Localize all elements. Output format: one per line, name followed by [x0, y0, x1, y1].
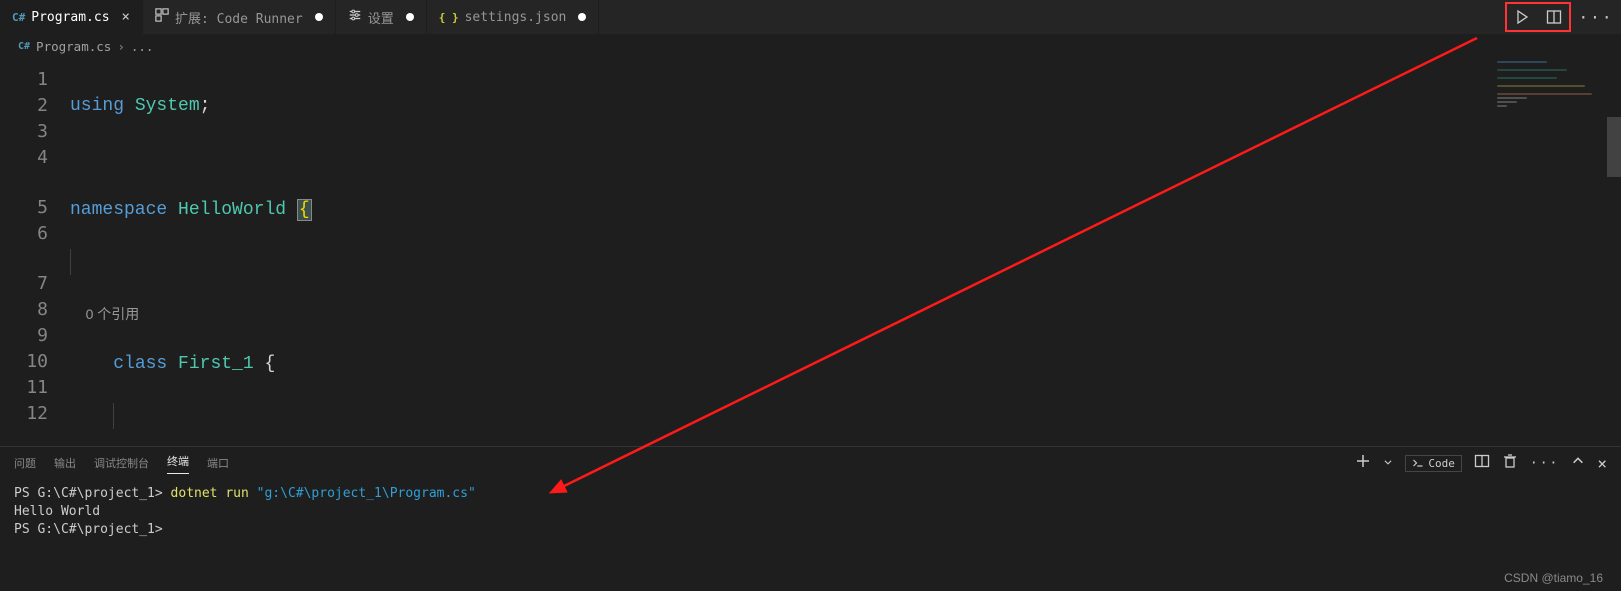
tab-settings[interactable]: 设置	[336, 0, 427, 35]
tab-program[interactable]: C# Program.cs ×	[0, 0, 143, 35]
split-editor-button[interactable]	[1543, 6, 1565, 28]
tab-label: settings.json	[465, 10, 567, 25]
more-icon[interactable]: ···	[1530, 456, 1559, 471]
line-gutter: 1 2 3 4 5 6 7 8 9 10 11 12	[0, 57, 70, 446]
run-button[interactable]	[1511, 6, 1533, 28]
tab-coderunner[interactable]: 扩展: Code Runner	[143, 0, 336, 35]
tab-label: 扩展: Code Runner	[175, 8, 303, 27]
panel-tabs: 问题 输出 调试控制台 终端 端口 Code	[0, 447, 1621, 479]
minimap[interactable]	[1497, 59, 1607, 119]
scrollbar[interactable]	[1607, 57, 1621, 446]
panel: 问题 输出 调试控制台 终端 端口 Code	[0, 446, 1621, 591]
run-highlight-box	[1505, 2, 1571, 32]
extension-icon	[155, 8, 169, 26]
dirty-dot-icon	[315, 13, 323, 21]
csharp-icon: C#	[18, 41, 30, 52]
tab-bar: C# Program.cs × 扩展: Code Runner 设置 { } s…	[0, 0, 1621, 35]
breadcrumb-rest: ...	[131, 39, 154, 54]
split-terminal-button[interactable]	[1474, 453, 1490, 473]
tab-settingsjson[interactable]: { } settings.json	[427, 0, 600, 35]
more-actions-button[interactable]: ···	[1585, 6, 1607, 28]
settings-icon	[348, 8, 362, 26]
panel-tab-terminal[interactable]: 终端	[167, 453, 189, 474]
close-panel-button[interactable]: ×	[1597, 454, 1607, 473]
terminal-profile-button[interactable]: Code	[1405, 455, 1462, 472]
editor-area[interactable]: 1 2 3 4 5 6 7 8 9 10 11 12 using System;…	[0, 57, 1621, 446]
codelens-class[interactable]: 0 个引用	[86, 306, 140, 322]
terminal-content[interactable]: PS G:\C#\project_1> dotnet run "g:\C#\pr…	[0, 479, 1621, 591]
chevron-right-icon: ›	[117, 39, 125, 54]
trash-icon[interactable]	[1502, 453, 1518, 473]
watermark: CSDN @tiamo_16	[1504, 571, 1603, 585]
chevron-down-icon[interactable]	[1383, 456, 1393, 471]
tab-label: 设置	[368, 8, 394, 27]
maximize-panel-button[interactable]	[1571, 454, 1585, 472]
breadcrumb[interactable]: C# Program.cs › ...	[0, 35, 1621, 57]
code-content[interactable]: using System; namespace HelloWorld { 0 个…	[70, 57, 1621, 446]
json-icon: { }	[439, 11, 459, 24]
dirty-dot-icon	[406, 13, 414, 21]
breadcrumb-file: Program.cs	[36, 39, 111, 54]
new-terminal-button[interactable]	[1355, 453, 1371, 473]
close-icon[interactable]: ×	[122, 9, 130, 25]
scrollbar-thumb[interactable]	[1607, 117, 1621, 177]
panel-tab-debug[interactable]: 调试控制台	[94, 455, 149, 471]
dirty-dot-icon	[578, 13, 586, 21]
csharp-icon: C#	[12, 11, 25, 24]
panel-tab-ports[interactable]: 端口	[207, 455, 229, 471]
panel-tab-problems[interactable]: 问题	[14, 455, 36, 471]
panel-tab-output[interactable]: 输出	[54, 455, 76, 471]
tab-label: Program.cs	[31, 10, 109, 25]
editor-actions: ···	[1491, 2, 1621, 32]
